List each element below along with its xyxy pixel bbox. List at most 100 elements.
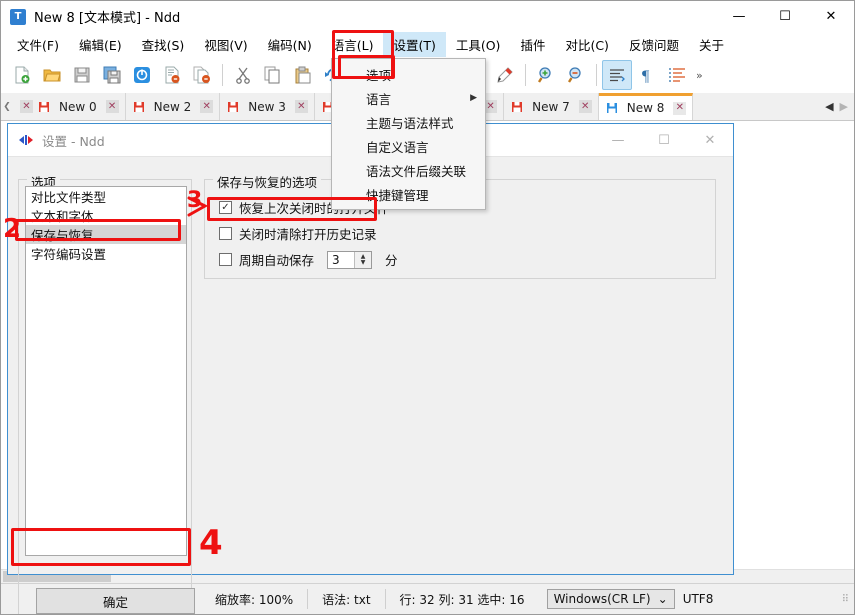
- stepper-buttons[interactable]: ▲ ▼: [354, 251, 372, 268]
- line-ending-select[interactable]: Windows(CR LF) ⌄: [546, 589, 675, 609]
- tab-close-icon[interactable]: ✕: [20, 100, 33, 113]
- settings-category-list[interactable]: 对比文件类型 文本和字体 保存与恢复 字符编码设置: [25, 186, 187, 556]
- menu-search[interactable]: 查找(S): [132, 32, 195, 57]
- window-title: New 8 [文本模式] - Ndd: [34, 11, 181, 26]
- tab-modified-icon: [38, 101, 50, 113]
- settings-list-item-text-and-font[interactable]: 文本和字体: [26, 206, 186, 225]
- menu-item-syntax-file-assoc[interactable]: 语法文件后缀关联: [332, 158, 485, 182]
- tab-navigation: ◀ ▶: [819, 93, 854, 120]
- dialog-window-controls: — ☐ ✕: [595, 125, 733, 156]
- settings-list-item-compare-file-type[interactable]: 对比文件类型: [26, 187, 186, 206]
- cut-icon[interactable]: [228, 60, 258, 90]
- paste-icon[interactable]: [288, 60, 318, 90]
- tab-close-icon[interactable]: ✕: [200, 100, 214, 113]
- stepper-down-icon[interactable]: ▼: [361, 259, 366, 266]
- menu-about[interactable]: 关于: [689, 32, 734, 57]
- tab-label: New 8: [626, 101, 665, 115]
- title-bar: T New 8 [文本模式] - Ndd — ☐ ✕: [1, 1, 854, 32]
- menu-item-language[interactable]: 语言 ▶: [332, 86, 485, 110]
- tab-saved-icon: [606, 102, 618, 114]
- menu-edit[interactable]: 编辑(E): [69, 32, 132, 57]
- save-icon[interactable]: [67, 60, 97, 90]
- close-file-icon[interactable]: [157, 60, 187, 90]
- menu-settings[interactable]: 设置(T): [383, 32, 446, 57]
- checkbox-check-icon: [219, 253, 232, 266]
- tab-close-icon[interactable]: ✕: [294, 100, 308, 113]
- line-ending-value: Windows(CR LF): [553, 592, 651, 606]
- tab-new-2[interactable]: New 2 ✕: [125, 93, 221, 120]
- autosave-interval-stepper[interactable]: 3 ▲ ▼: [327, 250, 373, 269]
- line-numbers-icon[interactable]: [662, 60, 692, 90]
- tab-label: New 2: [153, 99, 192, 114]
- open-folder-icon[interactable]: [37, 60, 67, 90]
- menu-item-theme-syntax-style[interactable]: 主题与语法样式: [332, 110, 485, 134]
- menu-item-custom-language[interactable]: 自定义语言: [332, 134, 485, 158]
- menu-item-options[interactable]: 选项: [332, 62, 485, 86]
- toolbar-separator: [596, 64, 597, 86]
- status-zoom: 缩放率: 100%: [215, 592, 294, 607]
- zoom-out-icon[interactable]: [561, 60, 591, 90]
- new-file-icon[interactable]: [7, 60, 37, 90]
- tab-modified-icon: [227, 101, 239, 113]
- menu-plugins[interactable]: 插件: [510, 32, 555, 57]
- checkbox-periodic-autosave[interactable]: 周期自动保存 3 ▲ ▼ 分: [219, 250, 398, 269]
- tab-new-8[interactable]: New 8 ✕: [598, 93, 694, 120]
- menu-item-shortcut-manager[interactable]: 快捷键管理: [332, 182, 485, 206]
- tab-new-0[interactable]: ✕ New 0 ✕: [13, 93, 126, 120]
- dialog-close-button[interactable]: ✕: [687, 125, 733, 156]
- settings-list-item-save-and-restore[interactable]: 保存与恢复: [26, 225, 186, 244]
- menu-compare[interactable]: 对比(C): [555, 32, 618, 57]
- options-group-box: 选项 对比文件类型 文本和字体 保存与恢复 字符编码设置 确定: [18, 172, 195, 614]
- tab-label: New 3: [248, 99, 286, 114]
- settings-arrows-icon: [18, 132, 34, 148]
- dialog-maximize-button[interactable]: ☐: [641, 125, 687, 156]
- tab-label: New 7: [532, 99, 570, 114]
- menu-language[interactable]: 语言(L): [322, 32, 384, 57]
- menu-view[interactable]: 视图(V): [194, 32, 257, 57]
- checkbox-check-icon: [219, 227, 232, 240]
- pilcrow-icon[interactable]: ¶: [632, 60, 662, 90]
- tab-new-7[interactable]: New 7 ✕: [504, 93, 599, 120]
- close-all-files-icon[interactable]: [187, 60, 217, 90]
- menu-feedback[interactable]: 反馈问题: [619, 32, 689, 57]
- tab-close-icon[interactable]: ✕: [673, 101, 687, 115]
- resize-grip-icon[interactable]: ⠿: [842, 594, 850, 605]
- copy-icon[interactable]: [258, 60, 288, 90]
- settings-list-item-charset[interactable]: 字符编码设置: [26, 244, 186, 263]
- dialog-minimize-button[interactable]: —: [595, 125, 641, 156]
- autosave-interval-value[interactable]: 3: [328, 252, 354, 268]
- annotation-step-2: 2: [3, 214, 22, 244]
- text-document-icon: T: [10, 8, 26, 25]
- tab-close-icon[interactable]: ✕: [578, 100, 592, 113]
- tab-nav-prev-icon[interactable]: ◀: [825, 100, 833, 113]
- menu-encoding[interactable]: 编码(N): [258, 32, 322, 57]
- save-restore-group-legend: 保存与恢复的选项: [213, 172, 322, 191]
- word-wrap-icon[interactable]: [602, 60, 632, 90]
- menu-file[interactable]: 文件(F): [7, 32, 69, 57]
- autosave-unit-label: 分: [385, 253, 398, 268]
- toolbar-overflow-icon[interactable]: »: [696, 69, 703, 82]
- tab-label: New 0: [59, 99, 97, 114]
- checkbox-clear-history-on-close[interactable]: 关闭时清除打开历史记录: [219, 224, 377, 243]
- annotation-step-3: 3: [187, 188, 203, 213]
- maximize-button[interactable]: ☐: [762, 1, 808, 32]
- minimize-button[interactable]: —: [716, 1, 762, 32]
- close-button[interactable]: ✕: [808, 1, 854, 32]
- toolbar-separator: [525, 64, 526, 86]
- dialog-body: 选项 对比文件类型 文本和字体 保存与恢复 字符编码设置 确定 保存与恢复的选项…: [8, 157, 733, 614]
- save-all-icon[interactable]: [97, 60, 127, 90]
- tab-close-icon[interactable]: ✕: [484, 100, 498, 113]
- eraser-pen-icon[interactable]: [490, 60, 520, 90]
- menu-tools[interactable]: 工具(O): [446, 32, 511, 57]
- zoom-in-icon[interactable]: [531, 60, 561, 90]
- sync-icon[interactable]: [127, 60, 157, 90]
- tab-new-3[interactable]: New 3 ✕: [220, 93, 315, 120]
- tab-modified-icon: [133, 101, 145, 113]
- ok-button[interactable]: 确定: [36, 588, 195, 614]
- status-syntax: 语法: txt: [322, 592, 371, 607]
- tab-close-icon[interactable]: ✕: [105, 100, 119, 113]
- toolbar-separator: [222, 64, 223, 86]
- chevron-down-icon: ⌄: [657, 592, 668, 606]
- tab-nav-next-icon[interactable]: ▶: [840, 100, 848, 113]
- tab-scroll-left-icon[interactable]: ❮: [1, 93, 13, 120]
